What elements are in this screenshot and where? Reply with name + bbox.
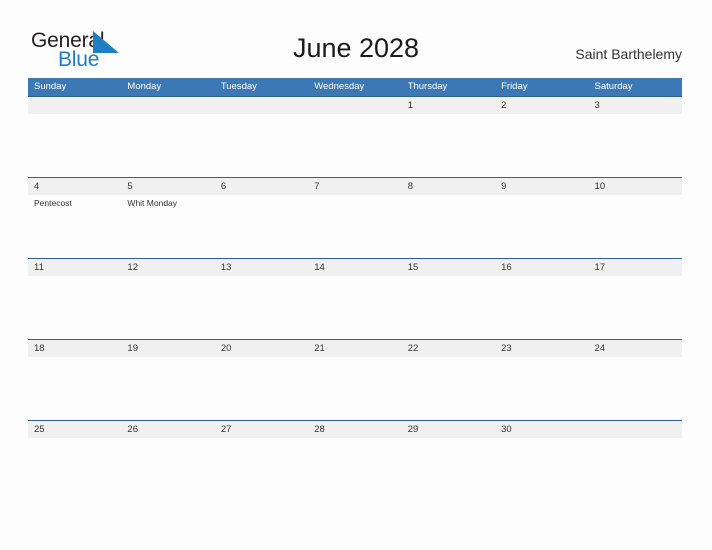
- day-number[interactable]: [308, 97, 401, 114]
- day-events[interactable]: [28, 438, 121, 500]
- event-label: Pentecost: [34, 198, 72, 208]
- week-event-band: [28, 114, 682, 176]
- day-events[interactable]: [495, 114, 588, 176]
- day-number[interactable]: 1: [402, 97, 495, 114]
- day-events[interactable]: [215, 114, 308, 176]
- day-events[interactable]: [121, 438, 214, 500]
- day-number[interactable]: 17: [589, 259, 682, 276]
- weekday-header-wednesday: Wednesday: [314, 81, 365, 92]
- day-events[interactable]: [589, 357, 682, 419]
- day-events[interactable]: Pentecost: [28, 195, 121, 257]
- day-number[interactable]: 30: [495, 421, 588, 438]
- day-events[interactable]: [308, 357, 401, 419]
- day-number[interactable]: 2: [495, 97, 588, 114]
- day-number[interactable]: 6: [215, 178, 308, 195]
- week-event-band: [28, 276, 682, 338]
- day-events[interactable]: [215, 195, 308, 257]
- calendar-grid: Sunday Monday Tuesday Wednesday Thursday…: [28, 78, 682, 501]
- day-events[interactable]: [495, 357, 588, 419]
- day-events[interactable]: [308, 276, 401, 338]
- day-number[interactable]: 29: [402, 421, 495, 438]
- day-number[interactable]: 11: [28, 259, 121, 276]
- day-number[interactable]: 3: [589, 97, 682, 114]
- day-events[interactable]: [495, 438, 588, 500]
- weekday-header-saturday: Saturday: [594, 81, 633, 92]
- week-date-band: 4 5 6 7 8 9 10: [28, 177, 682, 195]
- day-number[interactable]: 12: [121, 259, 214, 276]
- day-events[interactable]: [589, 438, 682, 500]
- day-events[interactable]: [495, 195, 588, 257]
- day-events[interactable]: Whit Monday: [121, 195, 214, 257]
- day-number[interactable]: 15: [402, 259, 495, 276]
- weekday-header-tuesday: Tuesday: [220, 81, 257, 92]
- calendar-week-row: 1 2 3: [28, 96, 682, 177]
- day-number[interactable]: 25: [28, 421, 121, 438]
- weekday-header-thursday: Thursday: [407, 81, 448, 92]
- weekday-header-monday: Monday: [127, 81, 162, 92]
- day-number[interactable]: 22: [402, 340, 495, 357]
- day-number[interactable]: 19: [121, 340, 214, 357]
- day-number[interactable]: [121, 97, 214, 114]
- day-number[interactable]: 7: [308, 178, 401, 195]
- day-events[interactable]: [402, 438, 495, 500]
- day-number[interactable]: 9: [495, 178, 588, 195]
- weekday-header-sunday: Sunday: [34, 81, 67, 92]
- day-events[interactable]: [495, 276, 588, 338]
- day-number[interactable]: 10: [589, 178, 682, 195]
- day-events[interactable]: [215, 276, 308, 338]
- day-number[interactable]: 5: [121, 178, 214, 195]
- weekday-header-friday: Friday: [501, 81, 528, 92]
- day-events[interactable]: [589, 276, 682, 338]
- day-number[interactable]: 4: [28, 178, 121, 195]
- week-event-band: Pentecost Whit Monday: [28, 195, 682, 257]
- day-number[interactable]: 26: [121, 421, 214, 438]
- day-events[interactable]: [589, 195, 682, 257]
- event-label: Whit Monday: [127, 198, 178, 208]
- day-events[interactable]: [28, 276, 121, 338]
- page-header: General Blue June 2028 Saint Barthelemy: [0, 0, 712, 78]
- day-events[interactable]: [121, 276, 214, 338]
- day-number[interactable]: 18: [28, 340, 121, 357]
- calendar-week-row: 25 26 27 28 29 30: [28, 420, 682, 501]
- day-number[interactable]: [28, 97, 121, 114]
- day-number[interactable]: [215, 97, 308, 114]
- week-event-band: [28, 357, 682, 419]
- day-number[interactable]: 24: [589, 340, 682, 357]
- day-number[interactable]: 23: [495, 340, 588, 357]
- day-events[interactable]: [28, 114, 121, 176]
- day-events[interactable]: [28, 357, 121, 419]
- day-events[interactable]: [402, 195, 495, 257]
- week-date-band: 1 2 3: [28, 96, 682, 114]
- week-date-band: 25 26 27 28 29 30: [28, 420, 682, 438]
- day-events[interactable]: [589, 114, 682, 176]
- day-number[interactable]: 14: [308, 259, 401, 276]
- day-number[interactable]: 21: [308, 340, 401, 357]
- calendar-week-row: 4 5 6 7 8 9 10 Pentecost Whit Monday: [28, 177, 682, 258]
- day-events[interactable]: [308, 114, 401, 176]
- calendar-week-row: 11 12 13 14 15 16 17: [28, 258, 682, 339]
- day-number[interactable]: 16: [495, 259, 588, 276]
- week-date-band: 18 19 20 21 22 23 24: [28, 339, 682, 357]
- day-events[interactable]: [215, 357, 308, 419]
- day-events[interactable]: [215, 438, 308, 500]
- day-number[interactable]: 28: [308, 421, 401, 438]
- day-events[interactable]: [402, 114, 495, 176]
- weekday-header-row: Sunday Monday Tuesday Wednesday Thursday…: [28, 78, 682, 96]
- day-number[interactable]: 20: [215, 340, 308, 357]
- week-event-band: [28, 438, 682, 500]
- day-events[interactable]: [308, 195, 401, 257]
- region-label: Saint Barthelemy: [575, 46, 682, 62]
- day-events[interactable]: [121, 357, 214, 419]
- day-events[interactable]: [402, 357, 495, 419]
- calendar-week-row: 18 19 20 21 22 23 24: [28, 339, 682, 420]
- day-number[interactable]: 8: [402, 178, 495, 195]
- day-number[interactable]: 27: [215, 421, 308, 438]
- day-number[interactable]: [589, 421, 682, 438]
- day-events[interactable]: [121, 114, 214, 176]
- week-date-band: 11 12 13 14 15 16 17: [28, 258, 682, 276]
- day-events[interactable]: [308, 438, 401, 500]
- day-events[interactable]: [402, 276, 495, 338]
- day-number[interactable]: 13: [215, 259, 308, 276]
